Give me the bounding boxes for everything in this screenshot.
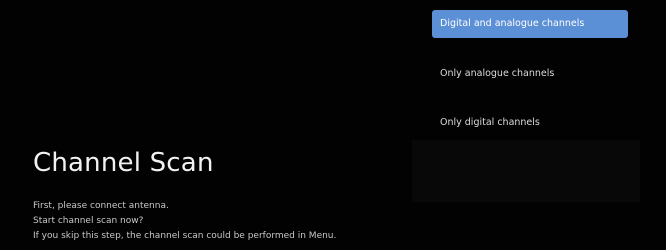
description: First, please connect antenna. Start cha… [33, 199, 336, 244]
page-title: Channel Scan [33, 148, 214, 178]
background-panel [412, 140, 640, 202]
description-line: Start channel scan now? [33, 216, 144, 226]
description-line: First, please connect antenna. [33, 201, 169, 211]
option-only-analogue[interactable]: Only analogue channels [432, 60, 628, 88]
description-line: If you skip this step, the channel scan … [33, 231, 337, 241]
option-digital-and-analogue[interactable]: Digital and analogue channels [432, 10, 628, 38]
option-only-digital[interactable]: Only digital channels [432, 109, 628, 137]
channel-scan-screen: Channel Scan First, please connect anten… [0, 0, 666, 250]
